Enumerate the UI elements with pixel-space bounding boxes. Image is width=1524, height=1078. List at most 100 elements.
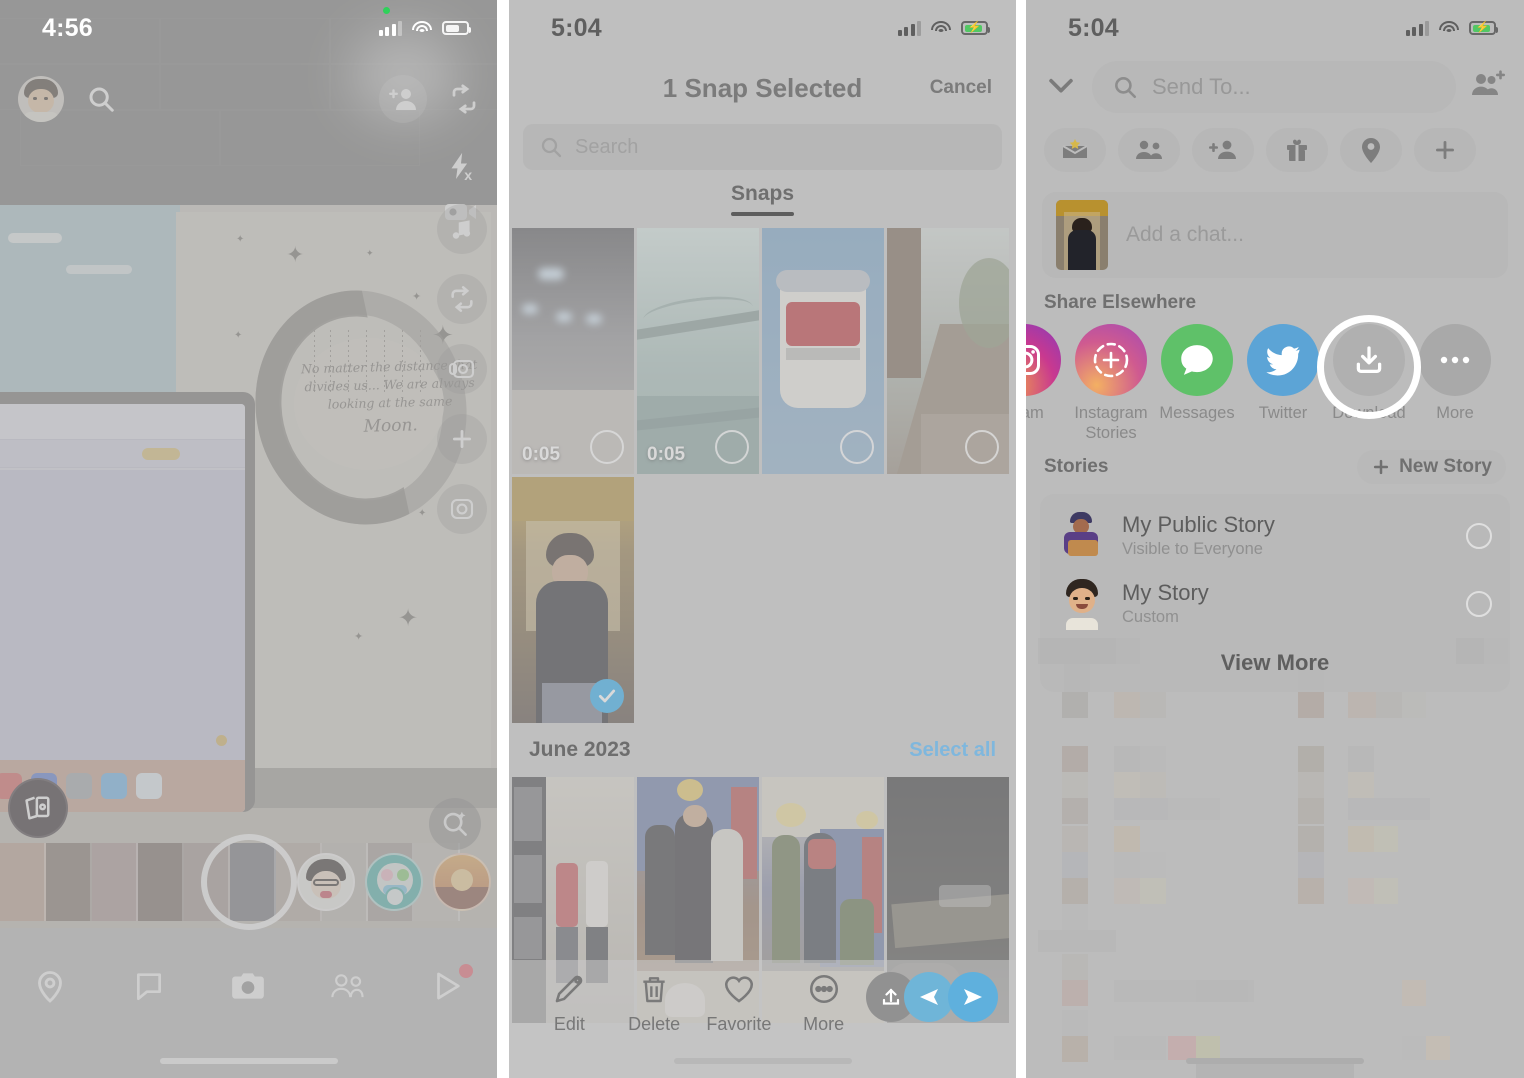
snap-select-circle[interactable]: [965, 430, 999, 464]
bitmoji-public-avatar: [1058, 510, 1106, 562]
story-select-circle[interactable]: [1466, 522, 1492, 549]
snap-duration: 0:05: [647, 444, 686, 465]
share-instagram-stories[interactable]: Instagram Stories: [1068, 324, 1154, 444]
share-twitter[interactable]: Twitter: [1240, 324, 1326, 424]
story-subtitle: Visible to Everyone: [1122, 540, 1263, 559]
new-story-label: New Story: [1399, 455, 1492, 477]
story-name: My Story: [1122, 580, 1209, 606]
home-indicator: [159, 1058, 338, 1064]
add-chat-row[interactable]: Add a chat...: [1042, 192, 1508, 278]
music-icon[interactable]: [437, 204, 487, 254]
moon-quote-line3: looking at the same: [327, 393, 453, 412]
sidebar-item-camera[interactable]: [216, 954, 280, 1018]
snap-select-circle[interactable]: [840, 430, 874, 464]
send-to-button[interactable]: [948, 972, 998, 1022]
snap-select-circle[interactable]: [715, 430, 749, 464]
select-all-button[interactable]: Select all: [909, 739, 996, 762]
flash-off-icon[interactable]: x: [443, 150, 477, 189]
chip-add-person[interactable]: [1192, 128, 1254, 172]
cellular-signal-icon: [378, 20, 402, 36]
snap-thumbnail: [1056, 200, 1108, 270]
message-bubble-icon: [1161, 324, 1233, 396]
search-placeholder: Search: [575, 135, 639, 158]
favorite-button[interactable]: Favorite: [697, 972, 782, 1035]
story-select-circle[interactable]: [1466, 590, 1492, 617]
search-input[interactable]: Send To...: [1092, 61, 1456, 113]
flip-camera-icon[interactable]: [449, 84, 479, 114]
snap-select-circle[interactable]: [590, 679, 624, 713]
plus-icon: [1373, 459, 1389, 474]
search-icon[interactable]: [86, 84, 116, 114]
cancel-button[interactable]: Cancel: [930, 77, 992, 99]
send-chat-button[interactable]: [904, 972, 954, 1022]
spotlight-badge: [459, 964, 474, 978]
snap-cell-2[interactable]: 0:05: [637, 228, 759, 474]
search-input[interactable]: Search: [523, 124, 1002, 170]
tab-snaps[interactable]: Snaps: [730, 182, 795, 216]
edit-button[interactable]: Edit: [527, 972, 612, 1035]
lens-bitmoji[interactable]: [297, 853, 355, 911]
lens-bitmoji-green[interactable]: [365, 853, 423, 911]
lens-sunset[interactable]: [433, 853, 491, 911]
share-label: Messages: [1159, 404, 1235, 422]
recording-indicator: [383, 7, 390, 14]
shutter-button[interactable]: [200, 834, 297, 930]
snap-cell-1[interactable]: 0:05: [512, 228, 634, 474]
lens-carousel[interactable]: [297, 853, 491, 911]
snap-cell-3[interactable]: [762, 228, 884, 474]
month-section-header: June 2023 Select all: [509, 723, 1016, 777]
friends-list-blurred[interactable]: [1026, 634, 1524, 1078]
sidebar-item-spotlight[interactable]: [415, 954, 479, 1018]
delete-button[interactable]: Delete: [612, 972, 697, 1035]
favorite-label: Favorite: [706, 1014, 772, 1034]
flip-icon[interactable]: [437, 274, 487, 324]
share-label: Twitter: [1258, 404, 1308, 422]
chip-my-friends[interactable]: [1044, 128, 1106, 172]
memories-header: 1 Snap Selected Cancel: [509, 56, 1016, 120]
search-icon: [1115, 77, 1137, 99]
snap-cell-5[interactable]: [512, 477, 634, 723]
instagram-icon: [1026, 324, 1061, 396]
share-download[interactable]: Download: [1326, 324, 1412, 424]
snap-duration: 0:05: [522, 444, 561, 465]
ellipsis-icon: [809, 974, 838, 1004]
chip-nearby[interactable]: [1340, 128, 1402, 172]
share-label: More: [1436, 404, 1474, 422]
stories-header-row: Stories New Story: [1026, 444, 1524, 484]
sidebar-item-map[interactable]: [18, 954, 82, 1018]
check-icon: [598, 689, 616, 703]
bitmoji-self-avatar: [1058, 578, 1106, 630]
share-label: gram: [1026, 404, 1044, 422]
snap-select-circle[interactable]: [590, 430, 624, 464]
share-more[interactable]: More: [1412, 324, 1498, 424]
plus-icon[interactable]: [437, 414, 487, 464]
sidebar-item-stories[interactable]: [316, 954, 380, 1018]
story-row-my-story[interactable]: My Story Custom: [1040, 570, 1510, 638]
share-instagram[interactable]: gram: [1026, 324, 1068, 424]
grid-icon[interactable]: [437, 484, 487, 534]
pencil-icon: [556, 975, 583, 1003]
chip-groups[interactable]: [1118, 128, 1180, 172]
view-more-button[interactable]: View More: [1040, 638, 1510, 692]
stories-card: My Public Story Visible to Everyone My S…: [1040, 493, 1510, 692]
share-messages[interactable]: Messages: [1154, 324, 1240, 424]
snap-cell-4[interactable]: [887, 228, 1009, 474]
status-icons: ⚡: [897, 20, 990, 36]
story-row-public[interactable]: My Public Story Visible to Everyone: [1040, 502, 1510, 570]
chevron-down-icon[interactable]: [1044, 68, 1078, 107]
status-bar-3: 5:04 ⚡: [1026, 0, 1524, 56]
sidebar-item-chat[interactable]: [117, 954, 181, 1018]
battery-icon: ⚡: [961, 21, 990, 35]
timer-icon[interactable]: [437, 344, 487, 394]
more-button[interactable]: More: [781, 972, 866, 1035]
chip-birthdays[interactable]: [1266, 128, 1328, 172]
profile-avatar[interactable]: [18, 76, 64, 122]
lens-explore-icon[interactable]: [429, 798, 481, 850]
memories-icon[interactable]: [8, 778, 68, 838]
add-friend-icon[interactable]: [379, 75, 427, 123]
paper-plane-right-icon: [964, 989, 982, 1005]
chip-more[interactable]: [1414, 128, 1476, 172]
new-story-button[interactable]: New Story: [1357, 449, 1506, 484]
more-label: More: [803, 1014, 845, 1034]
add-friends-icon[interactable]: [1470, 69, 1506, 105]
